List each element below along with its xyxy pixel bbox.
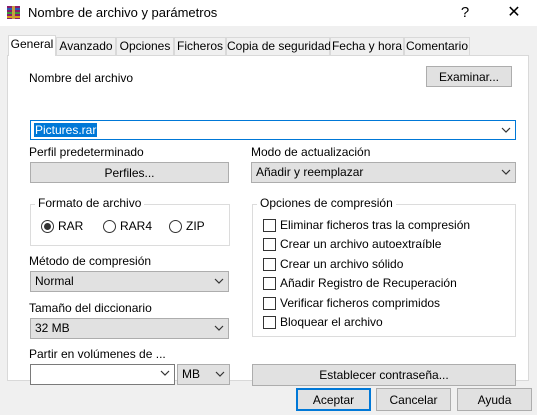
checkbox-recovery-record-label[interactable]: Añadir Registro de Recuperación [280,276,457,290]
split-volumes-combo[interactable] [30,364,175,385]
help-button[interactable]: Ayuda [457,388,532,411]
chevron-down-icon[interactable] [160,368,170,378]
radio-rar-label[interactable]: RAR [58,219,83,233]
ok-button[interactable]: Aceptar [296,388,371,411]
cancel-button[interactable]: Cancelar [376,388,451,411]
chevron-down-icon [215,371,225,377]
checkbox-sfx-label[interactable]: Crear un archivo autoextraíble [280,237,441,251]
radio-zip-label[interactable]: ZIP [186,219,205,233]
dictionary-size-dropdown[interactable]: 32 MB [30,318,229,339]
radio-rar4-label[interactable]: RAR4 [120,219,152,233]
filename-label: Nombre del archivo [29,71,134,85]
tab-fecha-y-hora[interactable]: Fecha y hora [330,37,404,55]
profiles-button[interactable]: Perfiles... [30,162,229,183]
dialog-body: General Avanzado Opciones Ficheros Copia… [0,26,537,415]
checkbox-test-files[interactable] [263,297,276,310]
checkbox-sfx[interactable] [263,238,276,251]
chevron-down-icon [214,325,224,331]
radio-rar[interactable] [41,220,54,233]
chevron-down-icon [501,169,511,175]
profile-label: Perfil predeterminado [29,145,144,159]
checkbox-delete-after-label[interactable]: Eliminar ficheros tras la compresión [280,218,470,232]
dictionary-size-value: 32 MB [35,321,70,335]
archive-format-group-title: Formato de archivo [35,196,145,210]
title-bar: Nombre de archivo y parámetros ? ✕ [0,0,537,26]
tab-avanzado[interactable]: Avanzado [56,37,116,55]
compression-options-group-title: Opciones de compresión [257,196,396,210]
checkbox-test-files-label[interactable]: Verificar ficheros comprimidos [280,296,440,310]
tab-ficheros[interactable]: Ficheros [174,37,226,55]
chevron-down-icon[interactable] [501,125,511,135]
split-unit-dropdown[interactable]: MB [177,364,230,385]
tab-general[interactable]: General [8,35,56,56]
update-mode-value: Añadir y reemplazar [256,165,364,179]
update-mode-label: Modo de actualización [251,145,371,159]
split-volumes-label: Partir en volúmenes de ... [29,347,166,361]
filename-combo[interactable]: Pictures.rar [30,120,516,140]
window-title: Nombre de archivo y parámetros [28,5,218,20]
set-password-button[interactable]: Establecer contraseña... [252,364,516,386]
split-unit-value: MB [182,367,200,381]
compression-method-label: Método de compresión [29,254,152,268]
checkbox-lock-archive-label[interactable]: Bloquear el archivo [280,315,383,329]
radio-rar4[interactable] [103,220,116,233]
checkbox-delete-after[interactable] [263,219,276,232]
general-tab-panel: Nombre del archivo Examinar... Pictures.… [7,55,529,386]
browse-button[interactable]: Examinar... [426,66,512,87]
compression-method-dropdown[interactable]: Normal [30,271,229,292]
radio-zip[interactable] [169,220,182,233]
tab-copia-de-seguridad[interactable]: Copia de seguridad [226,37,331,55]
help-title-button[interactable]: ? [445,3,485,23]
filename-input[interactable]: Pictures.rar [34,123,98,137]
winrar-app-icon [7,6,20,19]
tab-comentario[interactable]: Comentario [404,37,470,55]
close-button[interactable]: ✕ [494,3,534,23]
checkbox-recovery-record[interactable] [263,277,276,290]
chevron-down-icon [214,278,224,284]
checkbox-solid[interactable] [263,258,276,271]
checkbox-solid-label[interactable]: Crear un archivo sólido [280,257,403,271]
compression-method-value: Normal [35,274,74,288]
checkbox-lock-archive[interactable] [263,316,276,329]
dictionary-size-label: Tamaño del diccionario [29,301,152,315]
tab-opciones[interactable]: Opciones [116,37,174,55]
update-mode-dropdown[interactable]: Añadir y reemplazar [251,162,516,183]
